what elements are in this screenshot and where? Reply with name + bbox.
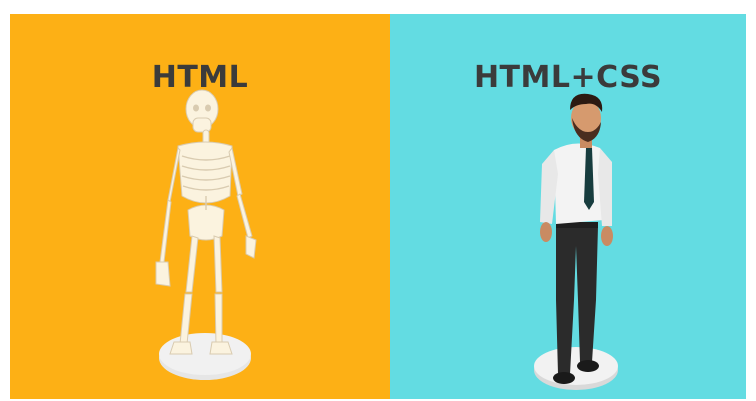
html-css-panel: HTML+CSS xyxy=(390,14,746,399)
skeleton-figure-icon xyxy=(155,89,257,380)
html-panel: HTML xyxy=(10,14,390,399)
businessman-figure-icon xyxy=(534,93,618,390)
